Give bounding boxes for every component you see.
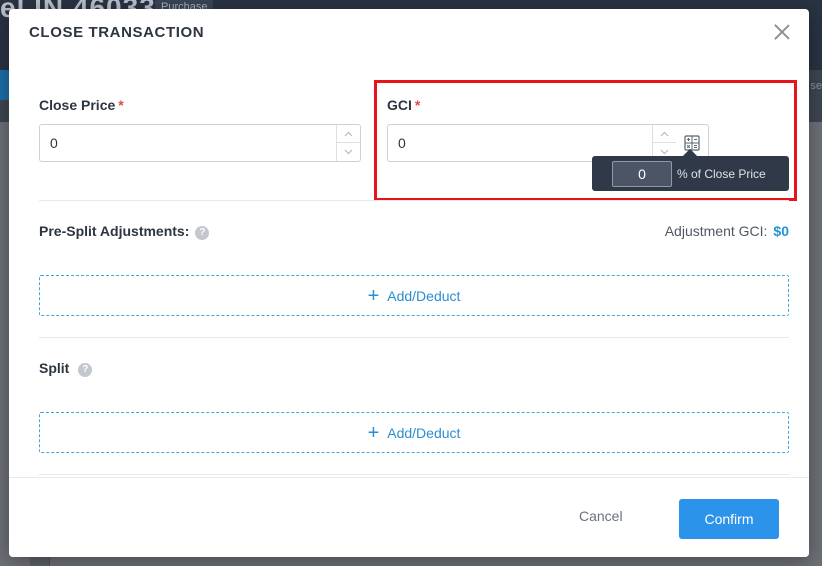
required-mark: * — [414, 97, 421, 113]
close-price-label: Close Price * — [39, 97, 124, 113]
chevron-down-icon — [344, 149, 353, 155]
close-price-input[interactable]: 0 — [39, 124, 361, 162]
required-mark: * — [118, 97, 124, 113]
gci-value: 0 — [398, 135, 406, 151]
percent-input[interactable]: 0 — [612, 161, 672, 187]
modal-header: CLOSE TRANSACTION — [9, 9, 809, 55]
pre-split-adjustments-text: Pre-Split Adjustments: — [39, 223, 190, 239]
divider — [39, 337, 789, 338]
chevron-down-icon — [660, 149, 669, 155]
split-label: Split? — [39, 360, 93, 377]
adjustment-gci-label: Adjustment GCI: — [664, 223, 768, 239]
gci-label-text: GCI — [387, 97, 412, 113]
help-icon[interactable]: ? — [195, 226, 210, 240]
background-toolbar-text: se — [810, 80, 822, 92]
close-price-decrement-button[interactable] — [337, 143, 360, 161]
gci-increment-button[interactable] — [653, 125, 676, 143]
modal-footer: Cancel Confirm — [9, 477, 809, 557]
cancel-button[interactable]: Cancel — [579, 508, 623, 524]
adjustment-gci: Adjustment GCI: $0 — [665, 223, 789, 239]
pre-split-adjustments-label: Pre-Split Adjustments:? — [39, 223, 210, 240]
percent-of-close-price-popover: 0 % of Close Price — [592, 148, 789, 191]
help-icon[interactable]: ? — [78, 363, 93, 377]
divider — [39, 474, 789, 475]
close-price-label-text: Close Price — [39, 97, 116, 113]
close-icon[interactable] — [773, 23, 791, 41]
close-price-stepper — [336, 125, 360, 161]
divider — [39, 200, 789, 201]
split-label-text: Split — [39, 360, 70, 376]
calculator-icon — [684, 135, 700, 151]
confirm-button[interactable]: Confirm — [679, 499, 779, 539]
add-deduct-label: Add/Deduct — [387, 287, 461, 304]
plus-icon: + — [367, 421, 380, 444]
pre-split-add-deduct-button[interactable]: + Add/Deduct — [39, 275, 789, 316]
split-add-deduct-button[interactable]: + Add/Deduct — [39, 412, 789, 453]
add-deduct-label: Add/Deduct — [387, 424, 461, 441]
close-price-increment-button[interactable] — [337, 125, 360, 143]
modal-title: CLOSE TRANSACTION — [29, 24, 205, 41]
close-transaction-modal: CLOSE TRANSACTION Close Price * 0 GCI * 0 — [9, 9, 809, 557]
chevron-up-icon — [660, 131, 669, 136]
gci-label: GCI * — [387, 97, 420, 113]
adjustment-gci-value: $0 — [773, 223, 789, 239]
percent-label: % of Close Price — [677, 167, 766, 181]
close-price-value: 0 — [50, 135, 58, 151]
plus-icon: + — [367, 284, 380, 307]
chevron-up-icon — [344, 131, 353, 136]
